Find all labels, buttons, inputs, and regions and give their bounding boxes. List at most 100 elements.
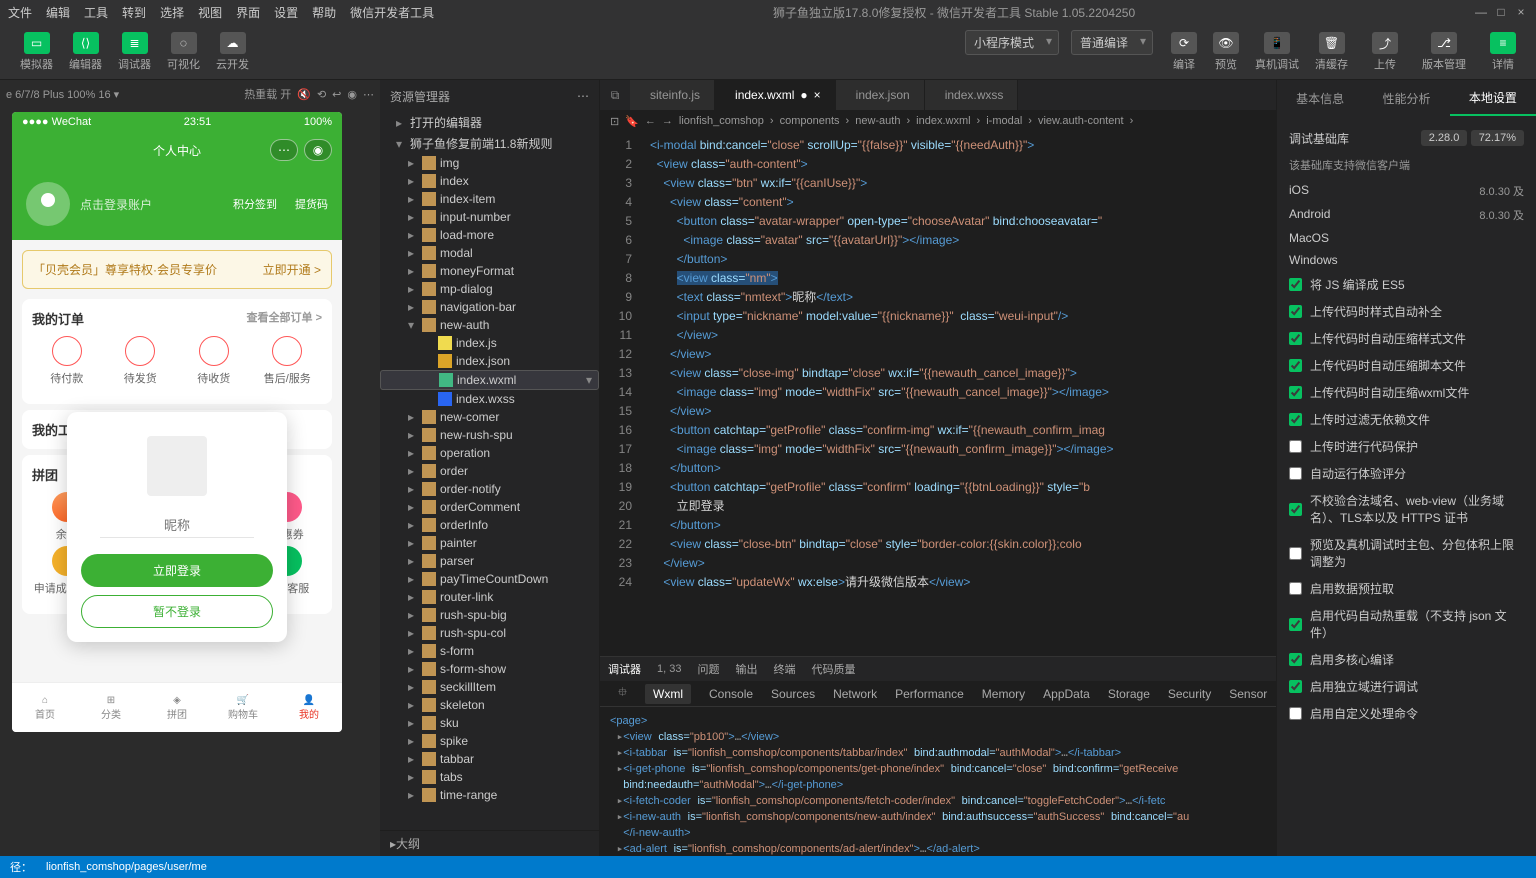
dtab-security[interactable]: Security — [1168, 687, 1211, 701]
tree-file-index.js[interactable]: index.js — [380, 334, 599, 352]
order-after[interactable]: 售后/服务 — [253, 336, 323, 386]
menu-wx[interactable]: 微信开发者工具 — [350, 4, 434, 21]
tree-folder-payTimeCountDown[interactable]: ▸payTimeCountDown — [380, 570, 599, 588]
inspect-icon[interactable]: ⯐ — [618, 683, 627, 704]
tree-folder-navigation-bar[interactable]: ▸navigation-bar — [380, 298, 599, 316]
cloud-button[interactable]: ☁云开发 — [210, 30, 255, 74]
preview-button[interactable]: 👁预览 — [1207, 30, 1245, 74]
editor-button[interactable]: ⟨⟩编辑器 — [63, 30, 108, 74]
clear-button[interactable]: 🗑清缓存 — [1309, 30, 1354, 74]
tree-folder-tabbar[interactable]: ▸tabbar — [380, 750, 599, 768]
tab-index-json[interactable]: index.json — [836, 80, 925, 110]
capsule-close[interactable]: ◉ — [304, 139, 332, 161]
check-5[interactable]: 上传时过滤无依赖文件 — [1289, 406, 1524, 433]
tree-folder-moneyFormat[interactable]: ▸moneyFormat — [380, 262, 599, 280]
detail-button[interactable]: ≡详情 — [1484, 30, 1522, 74]
tree-folder-s-form-show[interactable]: ▸s-form-show — [380, 660, 599, 678]
tree-folder-new-comer[interactable]: ▸new-comer — [380, 408, 599, 426]
login-button[interactable]: 立即登录 — [81, 554, 273, 587]
dtab-performance[interactable]: Performance — [895, 687, 964, 701]
dtab-sources[interactable]: Sources — [771, 687, 815, 701]
tab-index-wxss[interactable]: index.wxss — [925, 80, 1019, 110]
code-editor[interactable]: 123456789101112131415161718192021222324 … — [600, 132, 1276, 656]
outline-header[interactable]: ▸大纲 — [380, 830, 599, 856]
tree-file-index.wxml[interactable]: index.wxml — [380, 370, 599, 390]
tree-folder-img[interactable]: ▸img — [380, 154, 599, 172]
tree-folder-index-item[interactable]: ▸index-item — [380, 190, 599, 208]
bc-toggle-icon[interactable]: ⊡ — [610, 115, 619, 128]
dbgtab-problem[interactable]: 问题 — [697, 661, 719, 677]
tree-folder-orderInfo[interactable]: ▸orderInfo — [380, 516, 599, 534]
device-select[interactable]: e 6/7/8 Plus 100% 16 ▾ — [6, 88, 119, 101]
check-3[interactable]: 上传代码时自动压缩脚本文件 — [1289, 352, 1524, 379]
tree-folder-skeleton[interactable]: ▸skeleton — [380, 696, 599, 714]
version-button[interactable]: ⎇版本管理 — [1416, 30, 1472, 74]
menu-help[interactable]: 帮助 — [312, 4, 336, 21]
close-tab-icon[interactable]: × — [814, 88, 821, 102]
tab-cart[interactable]: 🛒购物车 — [210, 683, 276, 732]
dtab-appdata[interactable]: AppData — [1043, 687, 1090, 701]
tree-folder-tabs[interactable]: ▸tabs — [380, 768, 599, 786]
tab-siteinfo[interactable]: siteinfo.js — [630, 80, 715, 110]
explorer-more-icon[interactable]: ⋯ — [577, 89, 589, 103]
menu-tool[interactable]: 工具 — [84, 4, 108, 21]
tree-folder-time-range[interactable]: ▸time-range — [380, 786, 599, 804]
dtab-sensor[interactable]: Sensor — [1229, 687, 1267, 701]
dtab-storage[interactable]: Storage — [1108, 687, 1150, 701]
tree-folder-new-auth[interactable]: ▾new-auth — [380, 316, 599, 334]
wxml-console[interactable]: <page> ▸<view class="pb100">…</view> ▸<i… — [600, 707, 1276, 856]
mute-icon[interactable]: 🔇 — [297, 88, 311, 101]
simulator-button[interactable]: ▭模拟器 — [14, 30, 59, 74]
modal-avatar[interactable] — [147, 436, 207, 496]
tree-open-editors[interactable]: ▸打开的编辑器 — [380, 112, 599, 133]
home-icon[interactable]: ◉ — [347, 88, 357, 101]
tree-folder-index[interactable]: ▸index — [380, 172, 599, 190]
rotate-icon[interactable]: ⟲ — [317, 88, 326, 101]
all-orders-link[interactable]: 查看全部订单 > — [247, 309, 322, 328]
check-10[interactable]: 启用数据预拉取 — [1289, 575, 1524, 602]
breadcrumb[interactable]: ⊡ 🔖 ← → lionfish_comshop›components›new-… — [600, 110, 1276, 132]
rtab-perf[interactable]: 性能分析 — [1363, 80, 1449, 116]
tab-index-wxml[interactable]: index.wxml●× — [715, 80, 836, 110]
user-header[interactable]: 点击登录账户 积分签到 提货码 — [12, 168, 342, 240]
visualize-button[interactable]: ◌可视化 — [161, 30, 206, 74]
check-8[interactable]: 不校验合法域名、web-view（业务域名）、TLS本以及 HTTPS 证书 — [1289, 487, 1524, 531]
bc-back-icon[interactable]: ← — [645, 115, 656, 127]
tree-folder-router-link[interactable]: ▸router-link — [380, 588, 599, 606]
close-button[interactable]: × — [1514, 5, 1528, 19]
check-14[interactable]: 启用自定义处理命令 — [1289, 700, 1524, 727]
menu-goto[interactable]: 转到 — [122, 4, 146, 21]
debugger-button[interactable]: ≣调试器 — [112, 30, 157, 74]
tree-folder-s-form[interactable]: ▸s-form — [380, 642, 599, 660]
tab-category[interactable]: ⊞分类 — [78, 683, 144, 732]
code-content[interactable]: <i-modal bind:cancel="close" scrollUp="{… — [640, 132, 1276, 656]
dbgtab-output[interactable]: 输出 — [735, 661, 757, 677]
tree-folder-modal[interactable]: ▸modal — [380, 244, 599, 262]
check-11[interactable]: 启用代码自动热重载（不支持 json 文件） — [1289, 602, 1524, 646]
compile-select[interactable]: 普通编译 — [1071, 30, 1153, 55]
base-lib-version[interactable]: 2.28.0 — [1421, 130, 1468, 146]
check-7[interactable]: 自动运行体验评分 — [1289, 460, 1524, 487]
order-ship[interactable]: 待发货 — [106, 336, 176, 386]
check-1[interactable]: 上传代码时样式自动补全 — [1289, 298, 1524, 325]
tree-folder-painter[interactable]: ▸painter — [380, 534, 599, 552]
tab-home[interactable]: ⌂首页 — [12, 683, 78, 732]
maximize-button[interactable]: □ — [1494, 5, 1508, 19]
tree-folder-sku[interactable]: ▸sku — [380, 714, 599, 732]
order-recv[interactable]: 待收货 — [179, 336, 249, 386]
tree-folder-rush-spu-col[interactable]: ▸rush-spu-col — [380, 624, 599, 642]
menu-edit[interactable]: 编辑 — [46, 4, 70, 21]
tree-file-index.json[interactable]: index.json — [380, 352, 599, 370]
tree-folder-seckillItem[interactable]: ▸seckillItem — [380, 678, 599, 696]
dtab-wxml[interactable]: Wxml — [645, 684, 691, 704]
tab-me[interactable]: 👤我的 — [276, 683, 342, 732]
check-9[interactable]: 预览及真机调试时主包、分包体积上限调整为 — [1289, 531, 1524, 575]
more-icon[interactable]: ⋯ — [363, 88, 374, 101]
tree-file-index.wxss[interactable]: index.wxss — [380, 390, 599, 408]
dbgtab-quality[interactable]: 代码质量 — [811, 661, 855, 677]
rtab-local[interactable]: 本地设置 — [1450, 80, 1536, 116]
tree-folder-orderComment[interactable]: ▸orderComment — [380, 498, 599, 516]
tree-project[interactable]: ▾狮子鱼修复前端11.8新规则 — [380, 133, 599, 154]
upload-button[interactable]: ⤴上传 — [1366, 30, 1404, 74]
tree-folder-mp-dialog[interactable]: ▸mp-dialog — [380, 280, 599, 298]
